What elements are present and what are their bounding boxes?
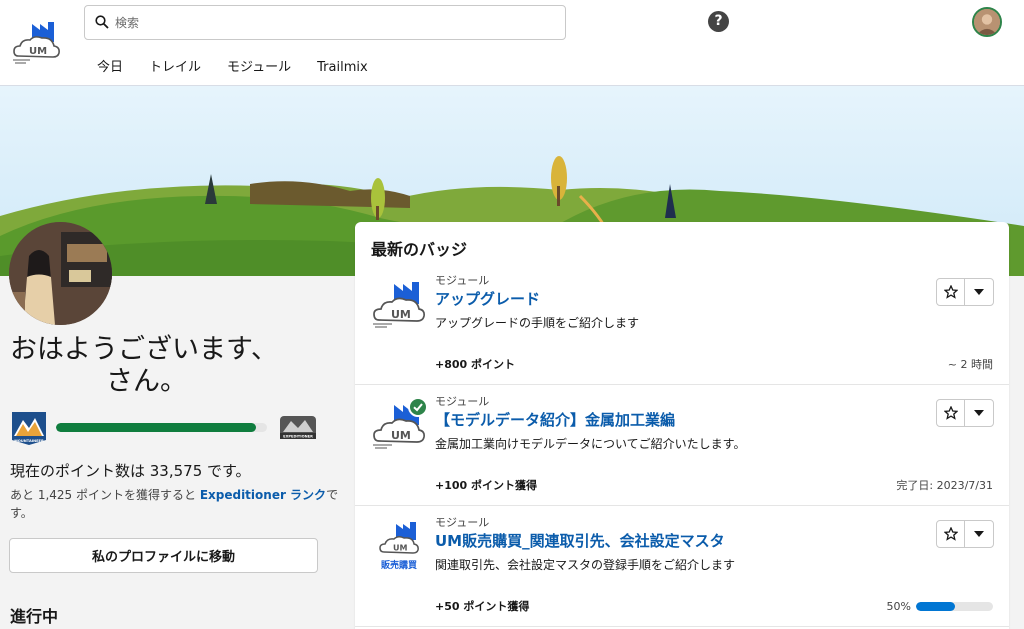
global-header: UM ? 今日 トレイル モジュール Trailmix bbox=[0, 0, 1024, 86]
module-progress: 50% bbox=[887, 600, 993, 613]
profile-photo[interactable] bbox=[9, 222, 112, 325]
um-sales-purchase-badge-icon: UM 販売購買 bbox=[379, 522, 419, 571]
chevron-down-icon bbox=[974, 410, 984, 416]
badge-completed-date: 完了日: 2023/7/31 bbox=[896, 479, 993, 492]
in-progress-heading: 進行中 bbox=[10, 607, 59, 626]
um-logo-icon[interactable]: UM bbox=[12, 18, 62, 64]
rank-progress-bar bbox=[56, 423, 267, 432]
badge-action-group bbox=[936, 278, 994, 306]
badge-logo-text: UM bbox=[391, 429, 411, 442]
logo-text: UM bbox=[29, 46, 47, 57]
user-avatar[interactable] bbox=[972, 7, 1002, 37]
expeditioner-rank-icon: EXPEDITIONER bbox=[280, 416, 316, 439]
main-nav: 今日 トレイル モジュール Trailmix bbox=[84, 58, 381, 78]
search-input[interactable] bbox=[115, 6, 555, 39]
rank-left-label: MOUNTAINEER bbox=[14, 439, 44, 443]
badge-title-link[interactable]: アップグレード bbox=[435, 288, 540, 309]
badge-icon-caption: 販売購買 bbox=[381, 559, 417, 571]
chevron-down-icon bbox=[974, 289, 984, 295]
tab-today[interactable]: 今日 bbox=[84, 58, 136, 78]
badge-type: モジュール bbox=[435, 395, 490, 408]
next-rank-text: あと 1,425 ポイントを獲得すると Expeditioner ランクです。 bbox=[10, 486, 340, 522]
badge-row: UM 販売購買 モジュール UM販売購買_関連取引先、会社設定マスタ 関連取引先… bbox=[355, 506, 1009, 627]
badge-logo-text: UM bbox=[393, 544, 407, 553]
star-icon bbox=[943, 527, 958, 541]
more-actions-button[interactable] bbox=[965, 400, 993, 426]
rank-right-label: EXPEDITIONER bbox=[283, 435, 313, 439]
badge-points: +800 ポイント bbox=[435, 358, 516, 371]
badge-type: モジュール bbox=[435, 516, 490, 529]
badge-description: 関連取引先、会社設定マスタの登録手順をご紹介します bbox=[435, 558, 736, 572]
favorite-button[interactable] bbox=[937, 521, 966, 547]
mountaineer-rank-icon: MOUNTAINEER bbox=[12, 412, 46, 445]
profile-photo-image bbox=[9, 222, 112, 325]
search-box[interactable] bbox=[84, 5, 566, 40]
next-rank-prefix: あと 1,425 ポイントを獲得すると bbox=[10, 488, 200, 502]
favorite-button[interactable] bbox=[937, 279, 966, 305]
go-to-profile-button[interactable]: 私のプロファイルに移動 bbox=[9, 538, 318, 573]
badge-points: +50 ポイント獲得 bbox=[435, 600, 530, 613]
badge-description: アップグレードの手順をご紹介します bbox=[435, 316, 640, 330]
help-icon[interactable]: ? bbox=[708, 11, 729, 32]
badge-type: モジュール bbox=[435, 274, 490, 287]
star-icon bbox=[943, 285, 958, 299]
progress-bar bbox=[916, 602, 993, 611]
star-icon bbox=[943, 406, 958, 420]
badge-action-group bbox=[936, 399, 994, 427]
badge-title-link[interactable]: UM販売購買_関連取引先、会社設定マスタ bbox=[435, 530, 725, 551]
greeting-text: おはようございます、 さん。 bbox=[10, 334, 278, 398]
badge-row: UM モジュール 【モデルデータ紹介】金属加工業編 金属加工業向けモデルデータに… bbox=[355, 385, 1009, 506]
progress-percent: 50% bbox=[886, 600, 911, 613]
more-actions-button[interactable] bbox=[965, 521, 993, 547]
avatar-image bbox=[974, 9, 1000, 35]
badge-logo-text: UM bbox=[391, 308, 411, 321]
favorite-button[interactable] bbox=[937, 400, 966, 426]
greeting-line2: さん。 bbox=[106, 366, 187, 397]
tab-trailmix[interactable]: Trailmix bbox=[304, 58, 381, 78]
badge-title-link[interactable]: 【モデルデータ紹介】金属加工業編 bbox=[435, 409, 675, 430]
badge-action-group bbox=[936, 520, 994, 548]
tab-modules[interactable]: モジュール bbox=[214, 58, 304, 78]
tab-trails[interactable]: トレイル bbox=[136, 58, 214, 78]
um-module-badge-icon: UM bbox=[373, 282, 425, 328]
latest-badges-card: 最新のバッジ UM モジュール アップグレード アップグレードの手順をご紹介しま… bbox=[355, 222, 1009, 629]
progress-bar-fill bbox=[916, 602, 955, 611]
expeditioner-rank-link[interactable]: Expeditioner ランク bbox=[200, 488, 326, 502]
greeting-line1: おはようございます、 bbox=[10, 334, 278, 365]
chevron-down-icon bbox=[974, 531, 984, 537]
rank-progress-fill bbox=[56, 423, 257, 432]
badge-row: UM モジュール アップグレード アップグレードの手順をご紹介します +800 … bbox=[355, 264, 1009, 385]
search-icon bbox=[95, 15, 109, 29]
badge-description: 金属加工業向けモデルデータについてご紹介いたします。 bbox=[435, 437, 746, 451]
badge-points: +100 ポイント獲得 bbox=[435, 479, 538, 492]
current-points-text: 現在のポイント数は 33,575 です。 bbox=[10, 462, 251, 480]
latest-badges-title: 最新のバッジ bbox=[371, 240, 468, 259]
more-actions-button[interactable] bbox=[965, 279, 993, 305]
completed-check-icon bbox=[408, 397, 428, 417]
badge-duration: ~ 2 時間 bbox=[947, 358, 993, 371]
